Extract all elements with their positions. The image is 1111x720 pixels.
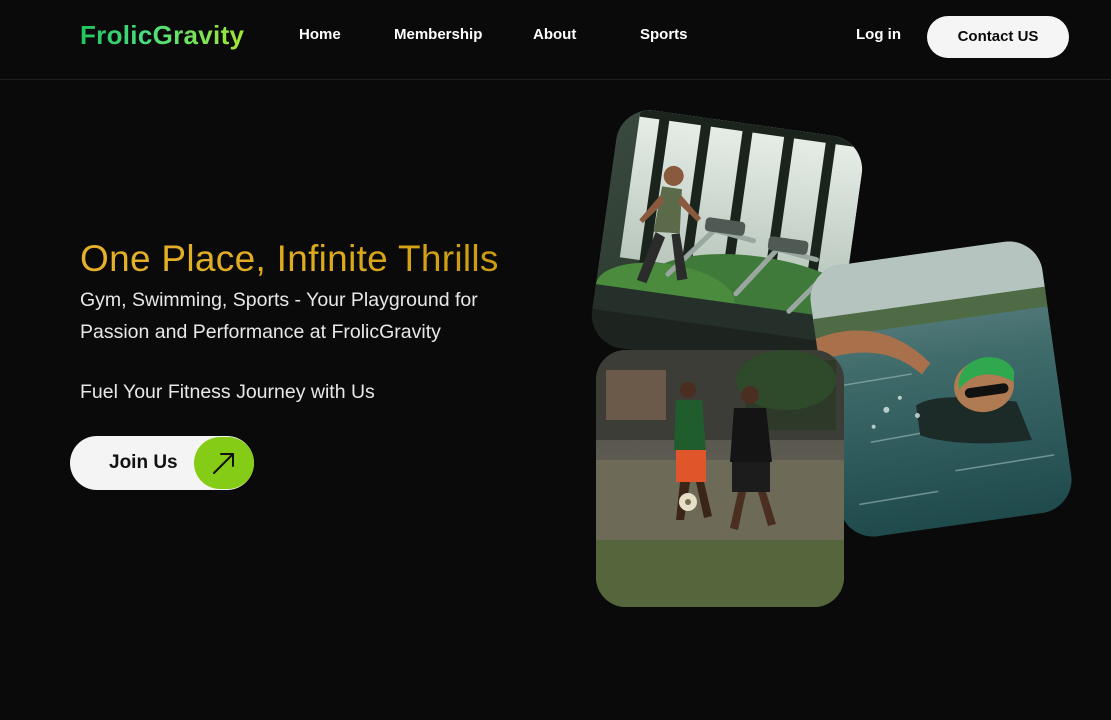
top-navbar: FrolicGravity Home Membership About Spor… xyxy=(0,0,1111,80)
hero-title: One Place, Infinite Thrills xyxy=(80,238,499,279)
landing-page: FrolicGravity Home Membership About Spor… xyxy=(0,0,1111,720)
soccer-players-photo xyxy=(596,350,844,607)
nav-link-about[interactable]: About xyxy=(533,26,576,43)
nav-link-home[interactable]: Home xyxy=(299,26,341,43)
brand-logo[interactable]: FrolicGravity xyxy=(80,20,244,51)
arrow-up-right-icon xyxy=(194,437,254,489)
nav-link-sports[interactable]: Sports xyxy=(640,26,688,43)
join-us-button[interactable]: Join Us xyxy=(70,436,254,490)
login-link[interactable]: Log in xyxy=(856,26,901,43)
nav-link-membership[interactable]: Membership xyxy=(394,26,482,43)
hero-subtitle: Gym, Swimming, Sports - Your Playground … xyxy=(80,289,478,343)
join-us-label: Join Us xyxy=(109,452,178,473)
swimmer-photo xyxy=(806,237,1076,541)
hero-tagline: Fuel Your Fitness Journey with Us xyxy=(80,381,375,403)
contact-us-button[interactable]: Contact US xyxy=(927,16,1069,58)
